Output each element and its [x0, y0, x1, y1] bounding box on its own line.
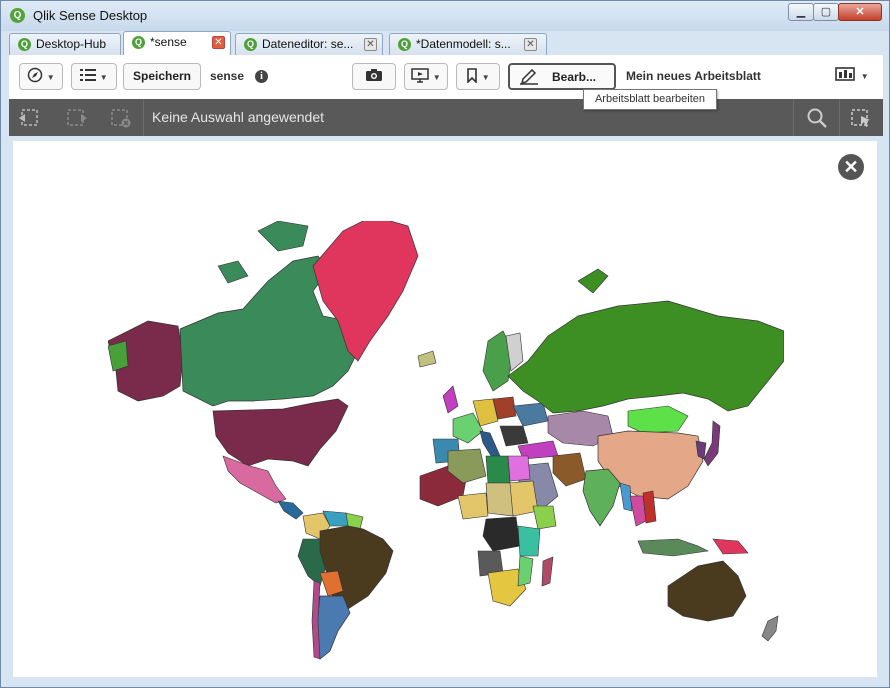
region-uk	[442, 385, 459, 414]
region-chad	[485, 482, 514, 517]
divider	[793, 99, 794, 136]
region-libya	[485, 455, 511, 484]
qlik-logo-icon: Q	[132, 36, 145, 49]
snapshot-button[interactable]	[352, 63, 396, 90]
info-icon[interactable]: i	[255, 70, 268, 83]
region-ethiopia	[532, 505, 557, 530]
selection-bar: Keine Auswahl angewendet	[9, 99, 883, 136]
region-nigeria	[457, 492, 489, 520]
region-new-zealand	[761, 615, 779, 642]
tab-close-icon[interactable]: ✕	[524, 38, 537, 51]
tab-bar: Q Desktop-Hub Q *sense ✕ Q Dateneditor: …	[9, 31, 883, 56]
region-russia	[507, 300, 784, 414]
region-ukraine	[512, 402, 549, 427]
presentation-icon	[411, 68, 432, 83]
qlik-logo-icon: Q	[10, 8, 25, 23]
divider	[839, 99, 840, 136]
tab-datenmodell[interactable]: Q *Datenmodell: s... ✕	[389, 33, 547, 55]
camera-icon	[365, 69, 383, 83]
region-alaska-west	[108, 340, 129, 372]
region-usa	[212, 398, 349, 467]
pencil-icon	[520, 68, 538, 94]
step-forward-icon[interactable]	[65, 107, 89, 129]
bookmark-icon	[466, 68, 481, 84]
bookmark-button[interactable]: ▼	[456, 63, 500, 90]
search-icon[interactable]	[805, 107, 829, 129]
edit-sheet-tooltip: Arbeitsblatt bearbeiten	[583, 89, 717, 110]
region-egypt	[507, 455, 531, 482]
region-east-africa	[517, 525, 541, 557]
close-window-button[interactable]: ✕	[838, 3, 882, 21]
tab-dateneditor[interactable]: Q Dateneditor: se... ✕	[235, 33, 383, 55]
minimize-button[interactable]: ▁	[788, 3, 814, 21]
compass-icon	[27, 67, 46, 83]
window-title: Qlik Sense Desktop	[33, 8, 148, 23]
tab-sense[interactable]: Q *sense ✕	[123, 31, 231, 56]
sheet-title: Mein neues Arbeitsblatt	[626, 69, 761, 83]
selections-tool-icon[interactable]	[849, 107, 873, 129]
region-congo	[482, 516, 521, 552]
region-australia	[667, 560, 747, 622]
tab-desktop-hub[interactable]: Q Desktop-Hub	[9, 33, 121, 55]
world-map[interactable]	[108, 221, 784, 661]
title-bar[interactable]: Q Qlik Sense Desktop ▁ ▢ ✕	[1, 1, 889, 31]
region-mongolia	[627, 405, 689, 434]
save-button[interactable]: Speichern	[123, 63, 201, 90]
region-balkans	[499, 425, 529, 447]
tab-label: *sense	[150, 35, 187, 49]
maximize-button[interactable]: ▢	[813, 3, 839, 21]
region-iceland	[417, 350, 437, 368]
chevron-down-icon: ▼	[481, 73, 490, 82]
qlik-logo-icon: Q	[398, 38, 411, 51]
edit-button-label: Bearb...	[552, 70, 597, 84]
region-japan	[703, 420, 721, 467]
tab-label: Dateneditor: se...	[262, 37, 354, 51]
chevron-down-icon: ▼	[46, 73, 55, 82]
qlik-logo-icon: Q	[18, 38, 31, 51]
step-back-icon[interactable]	[17, 107, 41, 129]
edit-sheet-button[interactable]: Bearb...	[508, 63, 616, 90]
region-argentina	[315, 595, 351, 660]
region-indonesia	[637, 538, 709, 557]
divider	[143, 99, 144, 136]
region-madagascar	[541, 556, 554, 587]
region-central-america	[277, 500, 304, 520]
sheets-button[interactable]: ▼	[831, 63, 873, 90]
region-india	[582, 468, 621, 527]
app-name: sense	[210, 69, 245, 83]
tab-close-icon[interactable]: ✕	[212, 36, 225, 49]
selection-status: Keine Auswahl angewendet	[152, 109, 325, 125]
qlik-logo-icon: Q	[244, 38, 257, 51]
tab-label: Desktop-Hub	[36, 37, 107, 51]
region-mozambique	[517, 555, 534, 587]
tab-label: *Datenmodell: s...	[416, 37, 511, 51]
chevron-down-icon: ▼	[99, 73, 108, 82]
map-canvas: ✕	[13, 141, 877, 677]
tab-close-icon[interactable]: ✕	[364, 38, 377, 51]
sheets-icon	[835, 67, 860, 82]
region-iran	[552, 452, 587, 487]
clear-selections-icon[interactable]	[109, 107, 133, 129]
assets-list-button[interactable]: ▼	[71, 63, 117, 90]
app-window: Q Qlik Sense Desktop ▁ ▢ ✕ Q Desktop-Hub…	[0, 0, 890, 688]
storytelling-button[interactable]: ▼	[404, 63, 448, 90]
region-italy	[479, 430, 501, 460]
close-circle-icon[interactable]: ✕	[838, 154, 864, 180]
toolbar: ▼ ▼ Speichern sense i ▼ ▼ Bearb... Mein …	[9, 55, 883, 100]
list-icon	[80, 69, 99, 83]
chevron-down-icon: ▼	[432, 73, 441, 82]
region-novaya-zemlya	[577, 268, 609, 294]
region-new-guinea	[712, 538, 749, 555]
chevron-down-icon: ▼	[860, 72, 869, 81]
navigation-button[interactable]: ▼	[19, 63, 63, 90]
